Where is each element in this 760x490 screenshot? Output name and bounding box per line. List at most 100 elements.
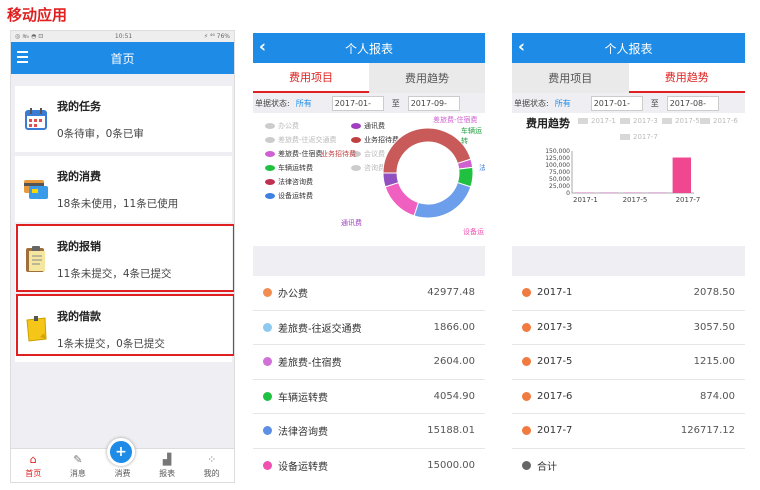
y-tick-label: 125,000 (545, 155, 570, 162)
trend-list: 2017-1 2078.50 2017-3 3057.50 2017-5 1215.00 2… (512, 276, 745, 481)
color-dot (263, 426, 272, 436)
item-label: 2017-5 (537, 356, 573, 368)
card-subtitle: 0条待审，0条已审 (57, 127, 144, 140)
app-header: 首页 (11, 42, 234, 74)
color-dot (522, 288, 531, 298)
item-label: 设备运转费 (278, 461, 328, 473)
color-dot (522, 391, 531, 401)
color-dot (522, 426, 531, 436)
app-header: ‹ 个人报表 (512, 33, 745, 63)
status-select[interactable]: 所有 (296, 98, 332, 109)
grid-icon: ⁘ (207, 453, 217, 466)
item-value: 874.00 (700, 390, 735, 402)
item-value: 2604.00 (433, 356, 475, 368)
card-my-tasks[interactable]: 我的任务 0条待审，0条已审 (15, 86, 232, 152)
header-title: 首页 (110, 51, 135, 66)
card-subtitle: 18条未使用，11条已使用 (57, 197, 179, 210)
tab-home[interactable]: ⌂ 首页 (11, 449, 56, 482)
list-item[interactable]: 2017-1 2078.50 (512, 276, 745, 311)
back-arrow-icon[interactable]: ‹ (518, 39, 525, 56)
card-my-consumption[interactable]: 我的消费 18条未使用，11条已使用 (15, 156, 232, 222)
color-dot (522, 322, 531, 332)
home-icon: ⌂ (29, 453, 37, 466)
bar-chart-area: 费用趋势 2017-1 2017-3 2017-5 2017-6 2017-7 150,… (512, 113, 745, 246)
list-item[interactable]: 2017-7 126717.12 (512, 414, 745, 449)
item-label: 法律咨询费 (278, 427, 328, 439)
item-label: 2017-6 (537, 390, 573, 402)
date-from-input[interactable]: 2017-01-01 (331, 95, 384, 121)
list-item[interactable]: 2017-6 874.00 (512, 379, 745, 414)
color-dot (263, 357, 272, 367)
list-item[interactable]: 差旅费-往返交通费 1866.00 (253, 310, 485, 345)
color-dot (263, 288, 272, 298)
bar[interactable] (623, 192, 643, 193)
x-tick-label: 2017-7 (676, 196, 701, 204)
status-icons-right: ⚡ ⁴⁶ 76% (203, 33, 230, 40)
segment-tabs: 费用项目 费用趋势 (253, 63, 485, 93)
date-to-input[interactable]: 2017-08-28 (666, 95, 719, 121)
to-label: 至 (650, 98, 659, 108)
y-tick-label: 25,000 (549, 183, 570, 190)
bar[interactable] (648, 192, 667, 193)
menu-icon[interactable] (17, 51, 28, 63)
status-time: 10:51 (114, 33, 133, 40)
item-label: 2017-1 (537, 287, 573, 299)
tab-expense-items[interactable]: 费用项目 (512, 63, 629, 93)
donut-label: 业务招待费 (321, 150, 356, 158)
segment-tabs: 费用项目 费用趋势 (512, 63, 745, 93)
date-from-input[interactable]: 2017-01-01 (590, 95, 643, 121)
color-dot (522, 357, 531, 367)
item-value: 4054.90 (433, 390, 475, 402)
tab-expense-items[interactable]: 费用项目 (253, 63, 369, 93)
tab-expense-trend[interactable]: 费用趋势 (628, 63, 745, 93)
list-item[interactable]: 2017-3 3057.50 (512, 310, 745, 345)
status-select[interactable]: 所有 (555, 98, 591, 109)
donut-label: 通讯费 (341, 219, 362, 227)
plus-icon[interactable]: + (107, 438, 135, 466)
donut-label: 法 (479, 164, 485, 172)
list-item[interactable]: 办公费 42977.48 (253, 276, 485, 311)
status-bar: ◎ ≋ᵢₗ ◓ ⊡ 10:51 ⚡ ⁴⁶ 76% (11, 31, 234, 42)
list-item[interactable]: 合计 (512, 448, 745, 481)
pie-slice[interactable] (384, 181, 420, 217)
phone-home-screen: ◎ ≋ᵢₗ ◓ ⊡ 10:51 ⚡ ⁴⁶ 76% 首页 我的任务 0条待审，0条… (10, 30, 235, 483)
color-dot (263, 460, 272, 470)
highlight-box (16, 224, 234, 292)
highlight-box (16, 294, 234, 356)
y-tick-label: 50,000 (549, 176, 570, 183)
bar-chart-icon: ▟ (162, 453, 172, 466)
item-label: 2017-3 (537, 321, 573, 333)
list-item[interactable]: 法律咨询费 15188.01 (253, 414, 485, 449)
item-label: 办公费 (278, 289, 308, 301)
bar[interactable] (672, 157, 691, 193)
color-dot (263, 322, 272, 332)
tab-expense-trend[interactable]: 费用趋势 (369, 63, 485, 93)
to-label: 至 (391, 98, 400, 108)
tab-mine[interactable]: ⁘ 我的 (189, 449, 234, 482)
tab-reports[interactable]: ▟ 报表 (145, 449, 190, 482)
list-item[interactable]: 2017-5 1215.00 (512, 345, 745, 380)
card-title: 我的消费 (57, 169, 101, 183)
pie-slice[interactable] (413, 181, 472, 219)
date-to-input[interactable]: 2017-09-01 (407, 95, 460, 121)
list-item[interactable]: 设备运转费 15000.00 (253, 448, 485, 481)
bar[interactable] (575, 192, 594, 193)
y-tick-label: 0 (566, 190, 570, 197)
item-label: 合计 (537, 461, 557, 473)
item-value: 126717.12 (680, 425, 735, 437)
bar[interactable] (599, 192, 618, 193)
filter-bar: 单据状态: 所有 2017-01-01 至 2017-08-28 (512, 93, 745, 121)
pie-chart-area: 办公费 通讯费 差旅费-往返交通费 业务招待费 差旅费-住宿费 会议费 车辆运转费 咨询费 法律… (253, 113, 485, 246)
header-title: 个人报表 (344, 41, 393, 56)
phone-report-trend: ‹ 个人报表 费用项目 费用趋势 单据状态: 所有 2017-01-01 至 2… (512, 33, 745, 481)
tab-messages[interactable]: ✎ 消息 (56, 449, 101, 482)
card-title: 我的任务 (57, 99, 101, 113)
calendar-icon (15, 106, 57, 132)
filter-bar: 单据状态: 所有 2017-01-01 至 2017-09-01 (253, 93, 485, 121)
item-value: 2078.50 (693, 287, 735, 299)
back-arrow-icon[interactable]: ‹ (259, 39, 266, 56)
list-item[interactable]: 差旅费-住宿费 2604.00 (253, 345, 485, 380)
pie-slice[interactable] (382, 127, 472, 174)
list-item[interactable]: 车辆运转费 4054.90 (253, 379, 485, 414)
item-value: 3057.50 (693, 321, 735, 333)
